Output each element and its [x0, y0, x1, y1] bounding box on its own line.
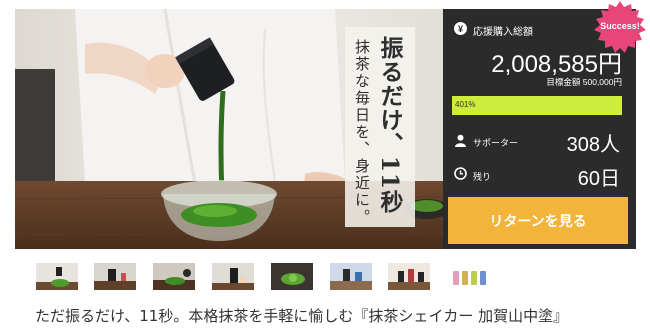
thumbnail-3[interactable] [152, 262, 196, 291]
thumbnail-strip [0, 262, 650, 292]
person-icon [455, 134, 466, 147]
thumbnail-image [388, 263, 430, 290]
thumbnail-4[interactable] [211, 262, 255, 291]
project-main-image: 振るだけ、11秒 抹茶な毎日を、身近に。 [15, 9, 443, 249]
thumbnail-image [153, 263, 195, 290]
hero-headline: 振るだけ、11秒 [376, 36, 403, 215]
thumbnail-1[interactable] [35, 262, 79, 291]
success-badge-label: Success! [600, 21, 640, 31]
thumbnail-image [447, 263, 489, 290]
thumbnail-image [94, 263, 136, 290]
remaining-label: 残り [473, 172, 492, 182]
supporters-label: サポーター [473, 138, 519, 148]
thumbnail-5[interactable] [270, 262, 314, 291]
clock-icon [454, 167, 467, 180]
thumbnail-2[interactable] [93, 262, 137, 291]
thumbnail-image [330, 263, 372, 290]
amount-label: 応援購入総額 [473, 27, 533, 38]
thumbnail-7[interactable] [387, 262, 431, 291]
yen-icon: ¥ [454, 22, 467, 35]
goal-amount: 目標金額 500,000円 [546, 77, 622, 87]
thumbnail-6[interactable] [329, 262, 373, 291]
thumbnail-8[interactable] [446, 262, 490, 291]
hero-subline: 抹茶な毎日を、身近に。 [353, 39, 371, 226]
project-title: ただ振るだけ、11秒。本格抹茶を手軽に愉しむ『抹茶シェイカー 加賀山中塗』 [35, 307, 569, 325]
remaining-value: 60日 [577, 168, 620, 190]
supporters-value: 308人 [566, 134, 620, 156]
thumbnail-image [36, 263, 78, 290]
progress-bar: 401% [452, 96, 622, 115]
view-returns-button[interactable]: リターンを見る [448, 197, 628, 244]
progress-fill [452, 96, 622, 115]
progress-percent: 401% [455, 100, 476, 109]
thumbnail-image [271, 263, 313, 290]
thumbnail-image [212, 263, 254, 290]
svg-text:¥: ¥ [458, 24, 463, 34]
